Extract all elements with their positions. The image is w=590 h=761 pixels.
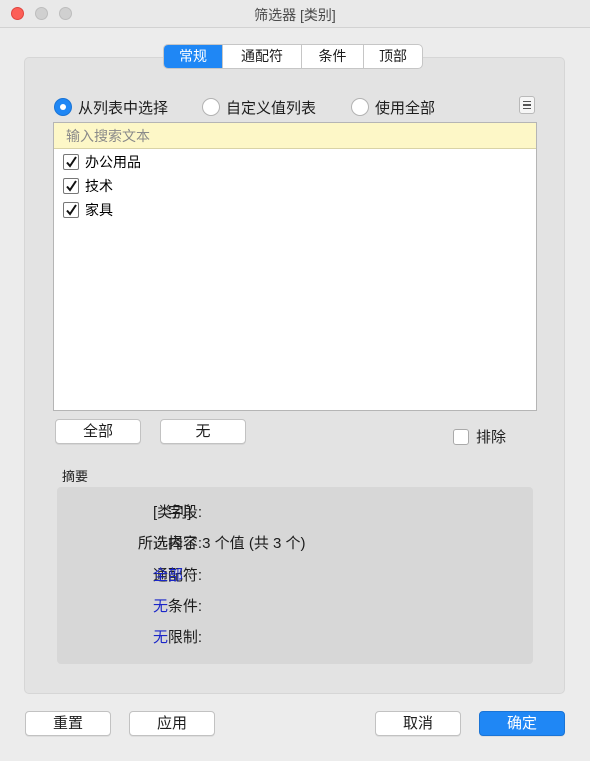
tab-condition[interactable]: 条件: [302, 45, 364, 68]
radio-button[interactable]: [351, 98, 369, 116]
title-bar: 筛选器 [类别]: [0, 0, 590, 28]
cancel-button[interactable]: 取消: [375, 711, 461, 736]
tab-top[interactable]: 顶部: [364, 45, 422, 68]
summary-value: [类别]: [153, 504, 192, 521]
radio-label: 使用全部: [375, 99, 436, 117]
summary-link-limit[interactable]: 无: [153, 626, 168, 647]
summary-key: 条件:: [167, 598, 202, 615]
select-all-button[interactable]: 全部: [55, 419, 141, 444]
summary-row-selection: 所选内容: 选择了 3 个值 (共 3 个): [57, 532, 533, 552]
apply-button[interactable]: 应用: [129, 711, 215, 736]
summary-key: 限制:: [167, 629, 202, 646]
select-none-button[interactable]: 无: [160, 419, 246, 444]
checkmark-icon: [66, 204, 77, 216]
list-item[interactable]: 技术: [54, 174, 536, 198]
tab-general[interactable]: 常规: [164, 45, 223, 68]
exclude-label: 排除: [476, 429, 507, 446]
radio-use-all[interactable]: 使用全部: [351, 96, 435, 118]
list-item-label: 办公用品: [85, 154, 141, 170]
summary-link-wildcard[interactable]: 全部: [153, 564, 183, 585]
summary-row-wildcard: 通配符: 全部: [57, 564, 533, 584]
reset-button[interactable]: 重置: [25, 711, 111, 736]
list-item[interactable]: 办公用品: [54, 150, 536, 174]
radio-label: 自定义值列表: [226, 99, 317, 117]
checkbox-checked[interactable]: [63, 178, 79, 194]
tab-bar: 常规 通配符 条件 顶部: [163, 44, 423, 69]
summary-row-limit: 限制: 无: [57, 626, 533, 646]
window-title: 筛选器 [类别]: [254, 7, 336, 23]
radio-select-from-list[interactable]: 从列表中选择: [54, 96, 168, 118]
checkbox-checked[interactable]: [63, 202, 79, 218]
summary-heading: 摘要: [62, 469, 89, 484]
summary-link-condition[interactable]: 无: [153, 595, 168, 616]
exclude-checkbox[interactable]: [453, 428, 469, 445]
checkmark-icon: [66, 156, 77, 168]
ok-button[interactable]: 确定: [479, 711, 565, 736]
checkmark-icon: [66, 180, 77, 192]
search-input[interactable]: 输入搜索文本: [54, 123, 536, 149]
tab-wildcard[interactable]: 通配符: [223, 45, 302, 68]
summary-box: 字段: [类别] 所选内容: 选择了 3 个值 (共 3 个) 通配符: 全部 …: [57, 487, 533, 664]
summary-row-field: 字段: [类别]: [57, 501, 533, 521]
summary-value: 选择了 3 个值 (共 3 个): [153, 535, 306, 552]
value-list: 输入搜索文本 办公用品 技术 家具: [53, 122, 537, 411]
list-options-menu-icon[interactable]: [519, 96, 535, 114]
summary-row-condition: 条件: 无: [57, 595, 533, 615]
radio-button[interactable]: [202, 98, 220, 116]
checkbox-checked[interactable]: [63, 154, 79, 170]
radio-label: 从列表中选择: [78, 99, 169, 117]
radio-custom-value-list[interactable]: 自定义值列表: [202, 96, 316, 118]
exclude-checkbox-row[interactable]: 排除: [453, 426, 506, 447]
list-item-label: 家具: [85, 202, 113, 218]
radio-button-selected[interactable]: [54, 98, 72, 116]
list-item[interactable]: 家具: [54, 198, 536, 222]
list-item-label: 技术: [85, 178, 113, 194]
